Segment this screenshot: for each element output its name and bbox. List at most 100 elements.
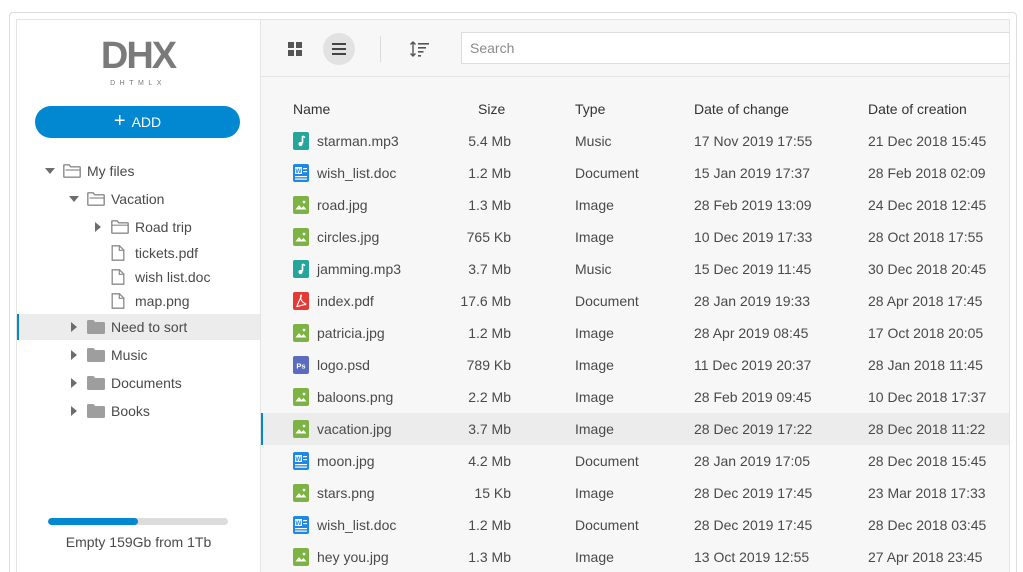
- image-file-icon: [293, 388, 309, 406]
- image-file-icon: [293, 228, 309, 246]
- search-input[interactable]: [461, 32, 1009, 64]
- pdf-file-icon: [293, 292, 309, 310]
- file-date-of-creation: 10 Dec 2018 17:37: [868, 389, 987, 405]
- file-name: jamming.mp3: [317, 261, 402, 277]
- file-size: 789 Kb: [466, 357, 511, 373]
- file-row[interactable]: circles.jpg 765 Kb Image 10 Dec 2019 17:33 2…: [261, 221, 1009, 253]
- file-row[interactable]: baloons.png 2.2 Mb Image 28 Feb 2019 09:45 1…: [261, 381, 1009, 413]
- file-size: 765 Kb: [466, 229, 511, 245]
- file-date-of-creation: 21 Dec 2018 15:45: [868, 133, 987, 149]
- toolbar: [261, 20, 1009, 77]
- caret-right-icon[interactable]: [93, 222, 103, 232]
- file-type: Image: [575, 229, 614, 245]
- file-row[interactable]: patricia.jpg 1.2 Mb Image 28 Apr 2019 08:45…: [261, 317, 1009, 349]
- file-row[interactable]: Ps logo.psd 789 Kb Image 11 Dec 2019 20:37 28…: [261, 349, 1009, 381]
- file-size: 2.2 Mb: [468, 389, 511, 405]
- file-icon: [111, 293, 129, 309]
- tree-item[interactable]: Music: [17, 342, 260, 368]
- file-row[interactable]: hey you.jpg 1.3 Mb Image 13 Oct 2019 12:55 2…: [261, 541, 1009, 572]
- file-type: Image: [575, 357, 614, 373]
- file-name-cell: vacation.jpg: [293, 420, 392, 438]
- caret-right-icon[interactable]: [69, 322, 79, 332]
- file-row[interactable]: jamming.mp3 3.7 Mb Music 15 Dec 2019 11:45 3…: [261, 253, 1009, 285]
- list-view-button[interactable]: [323, 33, 355, 65]
- file-date-of-change: 28 Dec 2019 17:22: [694, 421, 813, 437]
- column-header-date-of-change[interactable]: Date of change: [694, 101, 789, 117]
- file-name: moon.jpg: [317, 453, 375, 469]
- storage-status: Empty 159Gb from 1Tb: [65, 534, 212, 550]
- file-name: baloons.png: [317, 389, 394, 405]
- music-file-icon: [293, 132, 309, 150]
- file-type: Document: [575, 293, 639, 309]
- file-row[interactable]: Wmoon.jpg 4.2 Mb Document 28 Jan 2019 17:05…: [261, 445, 1009, 477]
- file-row[interactable]: vacation.jpg 3.7 Mb Image 28 Dec 2019 17:22…: [261, 413, 1009, 445]
- folder-icon: [87, 403, 105, 419]
- file-size: 3.7 Mb: [468, 421, 511, 437]
- tree-item-label: Need to sort: [111, 319, 188, 335]
- caret-down-icon[interactable]: [45, 166, 55, 176]
- column-header-size[interactable]: Size: [478, 101, 505, 117]
- file-row[interactable]: road.jpg 1.3 Mb Image 28 Feb 2019 13:09 24 D…: [261, 189, 1009, 221]
- word-doc-icon: W: [293, 516, 309, 534]
- file-size: 4.2 Mb: [468, 453, 511, 469]
- file-row[interactable]: stars.png 15 Kb Image 28 Dec 2019 17:45 23 M…: [261, 477, 1009, 509]
- add-button-label: ADD: [131, 114, 162, 130]
- list-view-icon: [332, 43, 346, 55]
- sort-button[interactable]: [404, 33, 436, 65]
- tree-item[interactable]: My files: [17, 158, 260, 184]
- tree-item[interactable]: Books: [17, 398, 260, 424]
- file-icon: [111, 245, 129, 261]
- file-name-cell: road.jpg: [293, 196, 368, 214]
- column-header-name[interactable]: Name: [293, 101, 330, 117]
- file-name: hey you.jpg: [317, 549, 389, 565]
- file-name-cell: Wmoon.jpg: [293, 452, 375, 470]
- file-type: Image: [575, 389, 614, 405]
- file-size: 1.2 Mb: [468, 325, 511, 341]
- folder-icon: [87, 375, 105, 391]
- file-date-of-creation: 28 Dec 2018 15:45: [868, 453, 987, 469]
- file-name-cell: index.pdf: [293, 292, 374, 310]
- file-row[interactable]: starman.mp3 5.4 Mb Music 17 Nov 2019 17:55 2…: [261, 125, 1009, 157]
- file-name: road.jpg: [317, 197, 368, 213]
- photoshop-file-icon: Ps: [293, 356, 309, 374]
- file-name-cell: patricia.jpg: [293, 324, 385, 342]
- column-header-type[interactable]: Type: [575, 101, 605, 117]
- file-row[interactable]: Wwish_list.doc 1.2 Mb Document 15 Jan 2019 …: [261, 157, 1009, 189]
- file-name: wish_list.doc: [317, 517, 397, 533]
- file-row[interactable]: index.pdf 17.6 Mb Document 28 Jan 2019 19:3…: [261, 285, 1009, 317]
- add-button[interactable]: + ADD: [35, 106, 240, 138]
- sort-icon: [410, 41, 429, 57]
- file-date-of-creation: 23 Mar 2018 17:33: [868, 485, 986, 501]
- tree-item[interactable]: Documents: [17, 370, 260, 396]
- tree-item[interactable]: Vacation: [17, 186, 260, 212]
- tree-item[interactable]: map.png: [17, 288, 260, 314]
- file-size: 1.3 Mb: [468, 549, 511, 565]
- tree-item-label: Vacation: [111, 191, 165, 207]
- image-file-icon: [293, 324, 309, 342]
- file-row[interactable]: Wwish_list.doc 1.2 Mb Document 28 Dec 2019 …: [261, 509, 1009, 541]
- image-file-icon: [293, 420, 309, 438]
- file-grid: Name Size Type Date of change Date of cr…: [261, 77, 1009, 572]
- file-name-cell: hey you.jpg: [293, 548, 389, 566]
- file-type: Image: [575, 197, 614, 213]
- caret-right-icon[interactable]: [69, 378, 79, 388]
- caret-down-icon[interactable]: [69, 194, 79, 204]
- tree-item[interactable]: Need to sort: [17, 314, 260, 340]
- tree-item[interactable]: wish list.doc: [17, 264, 260, 290]
- tree-item[interactable]: Road trip: [17, 214, 260, 240]
- caret-right-icon[interactable]: [69, 406, 79, 416]
- file-date-of-creation: 28 Dec 2018 11:22: [868, 421, 986, 437]
- caret-right-icon[interactable]: [69, 350, 79, 360]
- file-icon: [111, 269, 129, 285]
- folder-icon: [87, 347, 105, 363]
- storage-progress-fill: [48, 518, 138, 525]
- plus-icon: +: [113, 110, 126, 132]
- grid-view-button[interactable]: [279, 33, 311, 65]
- column-header-date-of-creation[interactable]: Date of creation: [868, 101, 967, 117]
- file-name: starman.mp3: [317, 133, 399, 149]
- file-type: Music: [575, 133, 612, 149]
- image-file-icon: [293, 196, 309, 214]
- tree-item[interactable]: tickets.pdf: [17, 240, 260, 266]
